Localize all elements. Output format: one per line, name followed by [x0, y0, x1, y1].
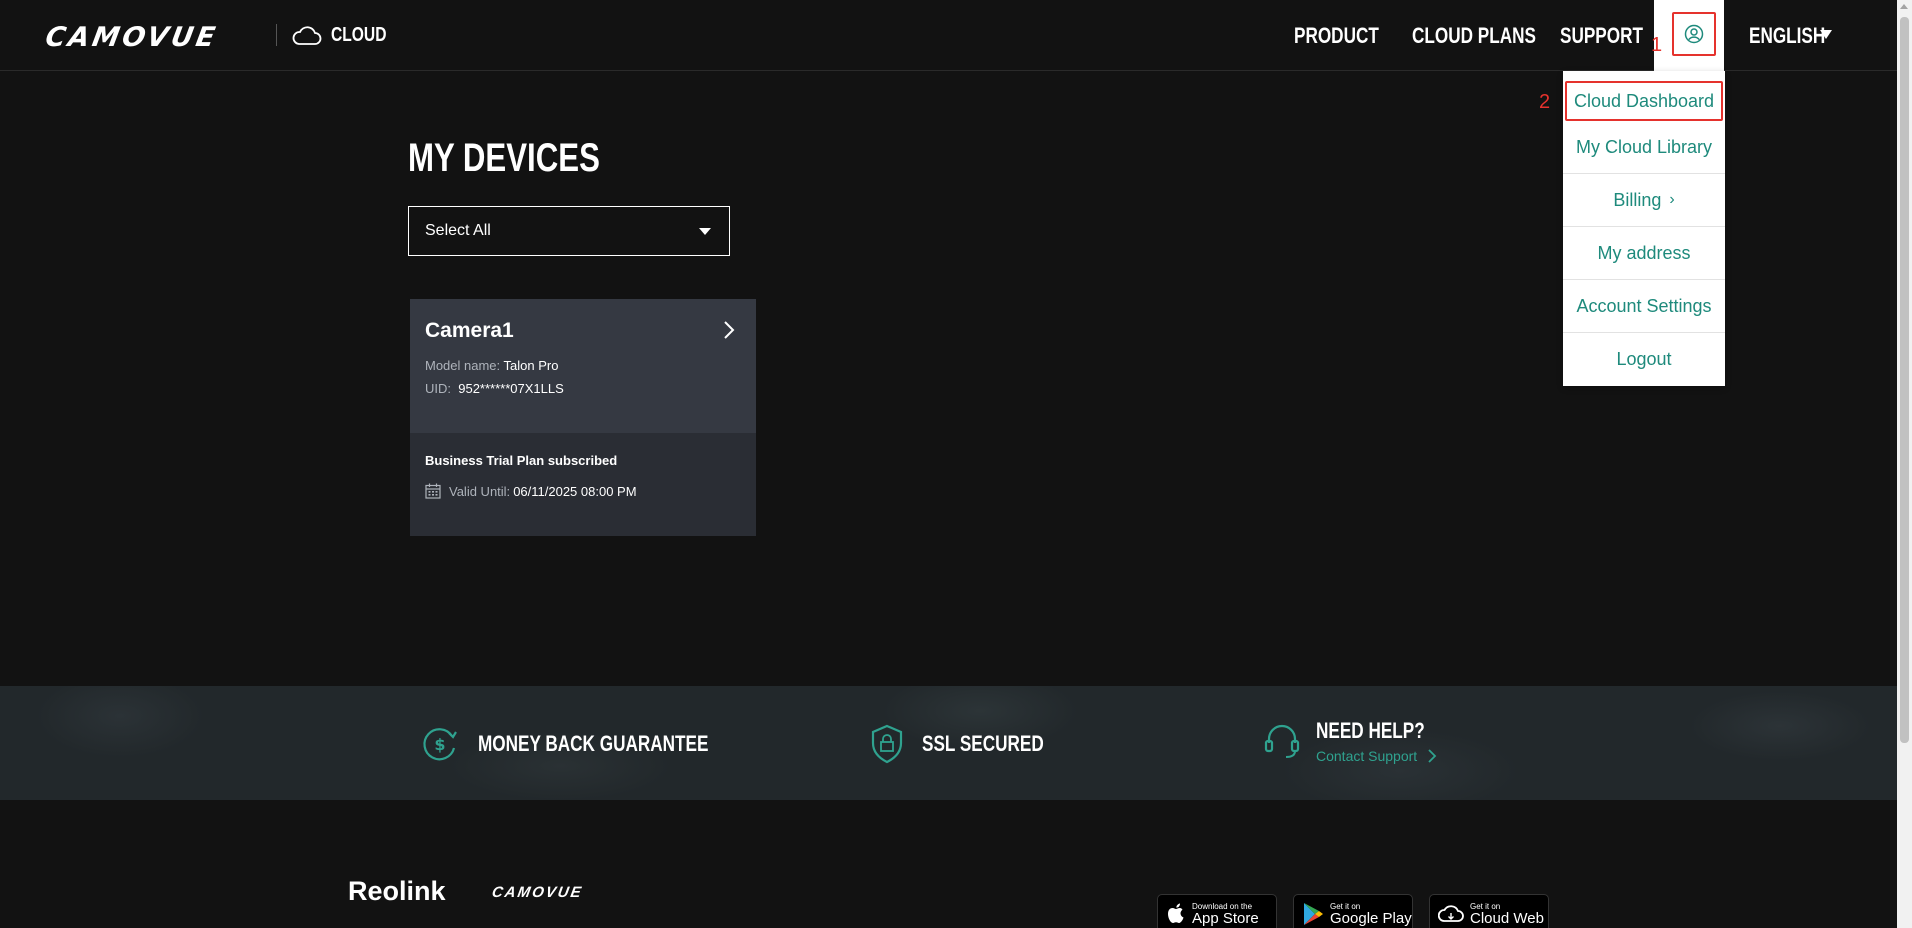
menu-my-address[interactable]: My address — [1563, 227, 1725, 280]
google-play-badge[interactable]: Get it on Google Play — [1293, 894, 1413, 928]
cloud-label: CLOUD — [331, 24, 387, 46]
device-model: Model name: Talon Pro — [425, 358, 559, 373]
google-play-icon — [1304, 903, 1323, 925]
headset-icon — [1264, 724, 1300, 758]
caret-down-icon[interactable] — [1820, 30, 1832, 39]
reolink-logo[interactable]: Reolink — [348, 876, 446, 907]
annotation-2: 2 — [1539, 91, 1551, 113]
camovue-footer-logo[interactable]: CAMOVUE — [491, 884, 585, 901]
select-value: Select All — [425, 222, 491, 239]
device-card[interactable]: Camera1 Model name: Talon Pro UID: 952**… — [410, 299, 756, 536]
plan-status: Business Trial Plan subscribed — [425, 453, 618, 468]
help-title: NEED HELP? — [1316, 718, 1425, 743]
menu-billing[interactable]: Billing › — [1563, 174, 1725, 227]
nav-cloud-plans[interactable]: CLOUD PLANS — [1412, 23, 1571, 49]
scroll-up-icon[interactable] — [1900, 4, 1908, 9]
money-back-icon: $ — [423, 728, 457, 761]
logo-separator — [276, 24, 277, 46]
app-store-badge[interactable]: Download on the App Store — [1157, 894, 1277, 928]
contact-support-link[interactable]: Contact Support — [1316, 748, 1455, 764]
page-title: MY DEVICES — [408, 136, 600, 180]
menu-my-cloud-library[interactable]: My Cloud Library — [1563, 121, 1725, 174]
chevron-right-icon: › — [1669, 191, 1675, 208]
feature-ssl: SSL SECURED — [870, 724, 1078, 764]
device-name: Camera1 — [425, 319, 514, 342]
annotation-1: 1 — [1651, 34, 1663, 56]
cloud-icon — [292, 26, 322, 45]
calendar-icon — [425, 483, 441, 499]
nav-product[interactable]: PRODUCT — [1294, 23, 1403, 49]
user-dropdown-menu: Cloud Dashboard My Cloud Library Billing… — [1563, 71, 1725, 386]
device-uid: UID: 952******07X1LLS — [425, 381, 564, 396]
chevron-right-icon — [1428, 749, 1437, 763]
camovue-logo[interactable]: CAMOVUE — [43, 22, 221, 53]
menu-cloud-dashboard[interactable]: Cloud Dashboard — [1565, 81, 1723, 121]
feature-help: NEED HELP? Contact Support — [1262, 718, 1455, 764]
scrollbar-thumb[interactable] — [1900, 17, 1909, 743]
menu-account-settings[interactable]: Account Settings — [1563, 280, 1725, 333]
page-scrollbar[interactable] — [1897, 0, 1912, 928]
feature-money-back: $ MONEY BACK GUARANTEE — [420, 724, 773, 764]
menu-logout[interactable]: Logout — [1563, 333, 1725, 386]
svg-text:$: $ — [434, 735, 445, 754]
device-filter-select[interactable]: Select All — [408, 206, 730, 256]
plan-valid-until: Valid Until: 06/11/2025 08:00 PM — [425, 483, 637, 499]
chevron-right-icon[interactable] — [722, 319, 736, 341]
language-selector[interactable]: ENGLISH — [1749, 23, 1847, 49]
cloud-web-badge[interactable]: Get it on Cloud Web — [1429, 894, 1549, 928]
cloud-icon — [1438, 905, 1464, 922]
user-icon — [1684, 24, 1704, 44]
apple-icon — [1168, 903, 1184, 923]
caret-down-icon — [699, 228, 711, 235]
shield-icon — [871, 724, 903, 764]
site-header: CAMOVUE CLOUD PRODUCT CLOUD PLANS SUPPOR… — [0, 0, 1897, 71]
user-account-button[interactable] — [1672, 12, 1716, 56]
